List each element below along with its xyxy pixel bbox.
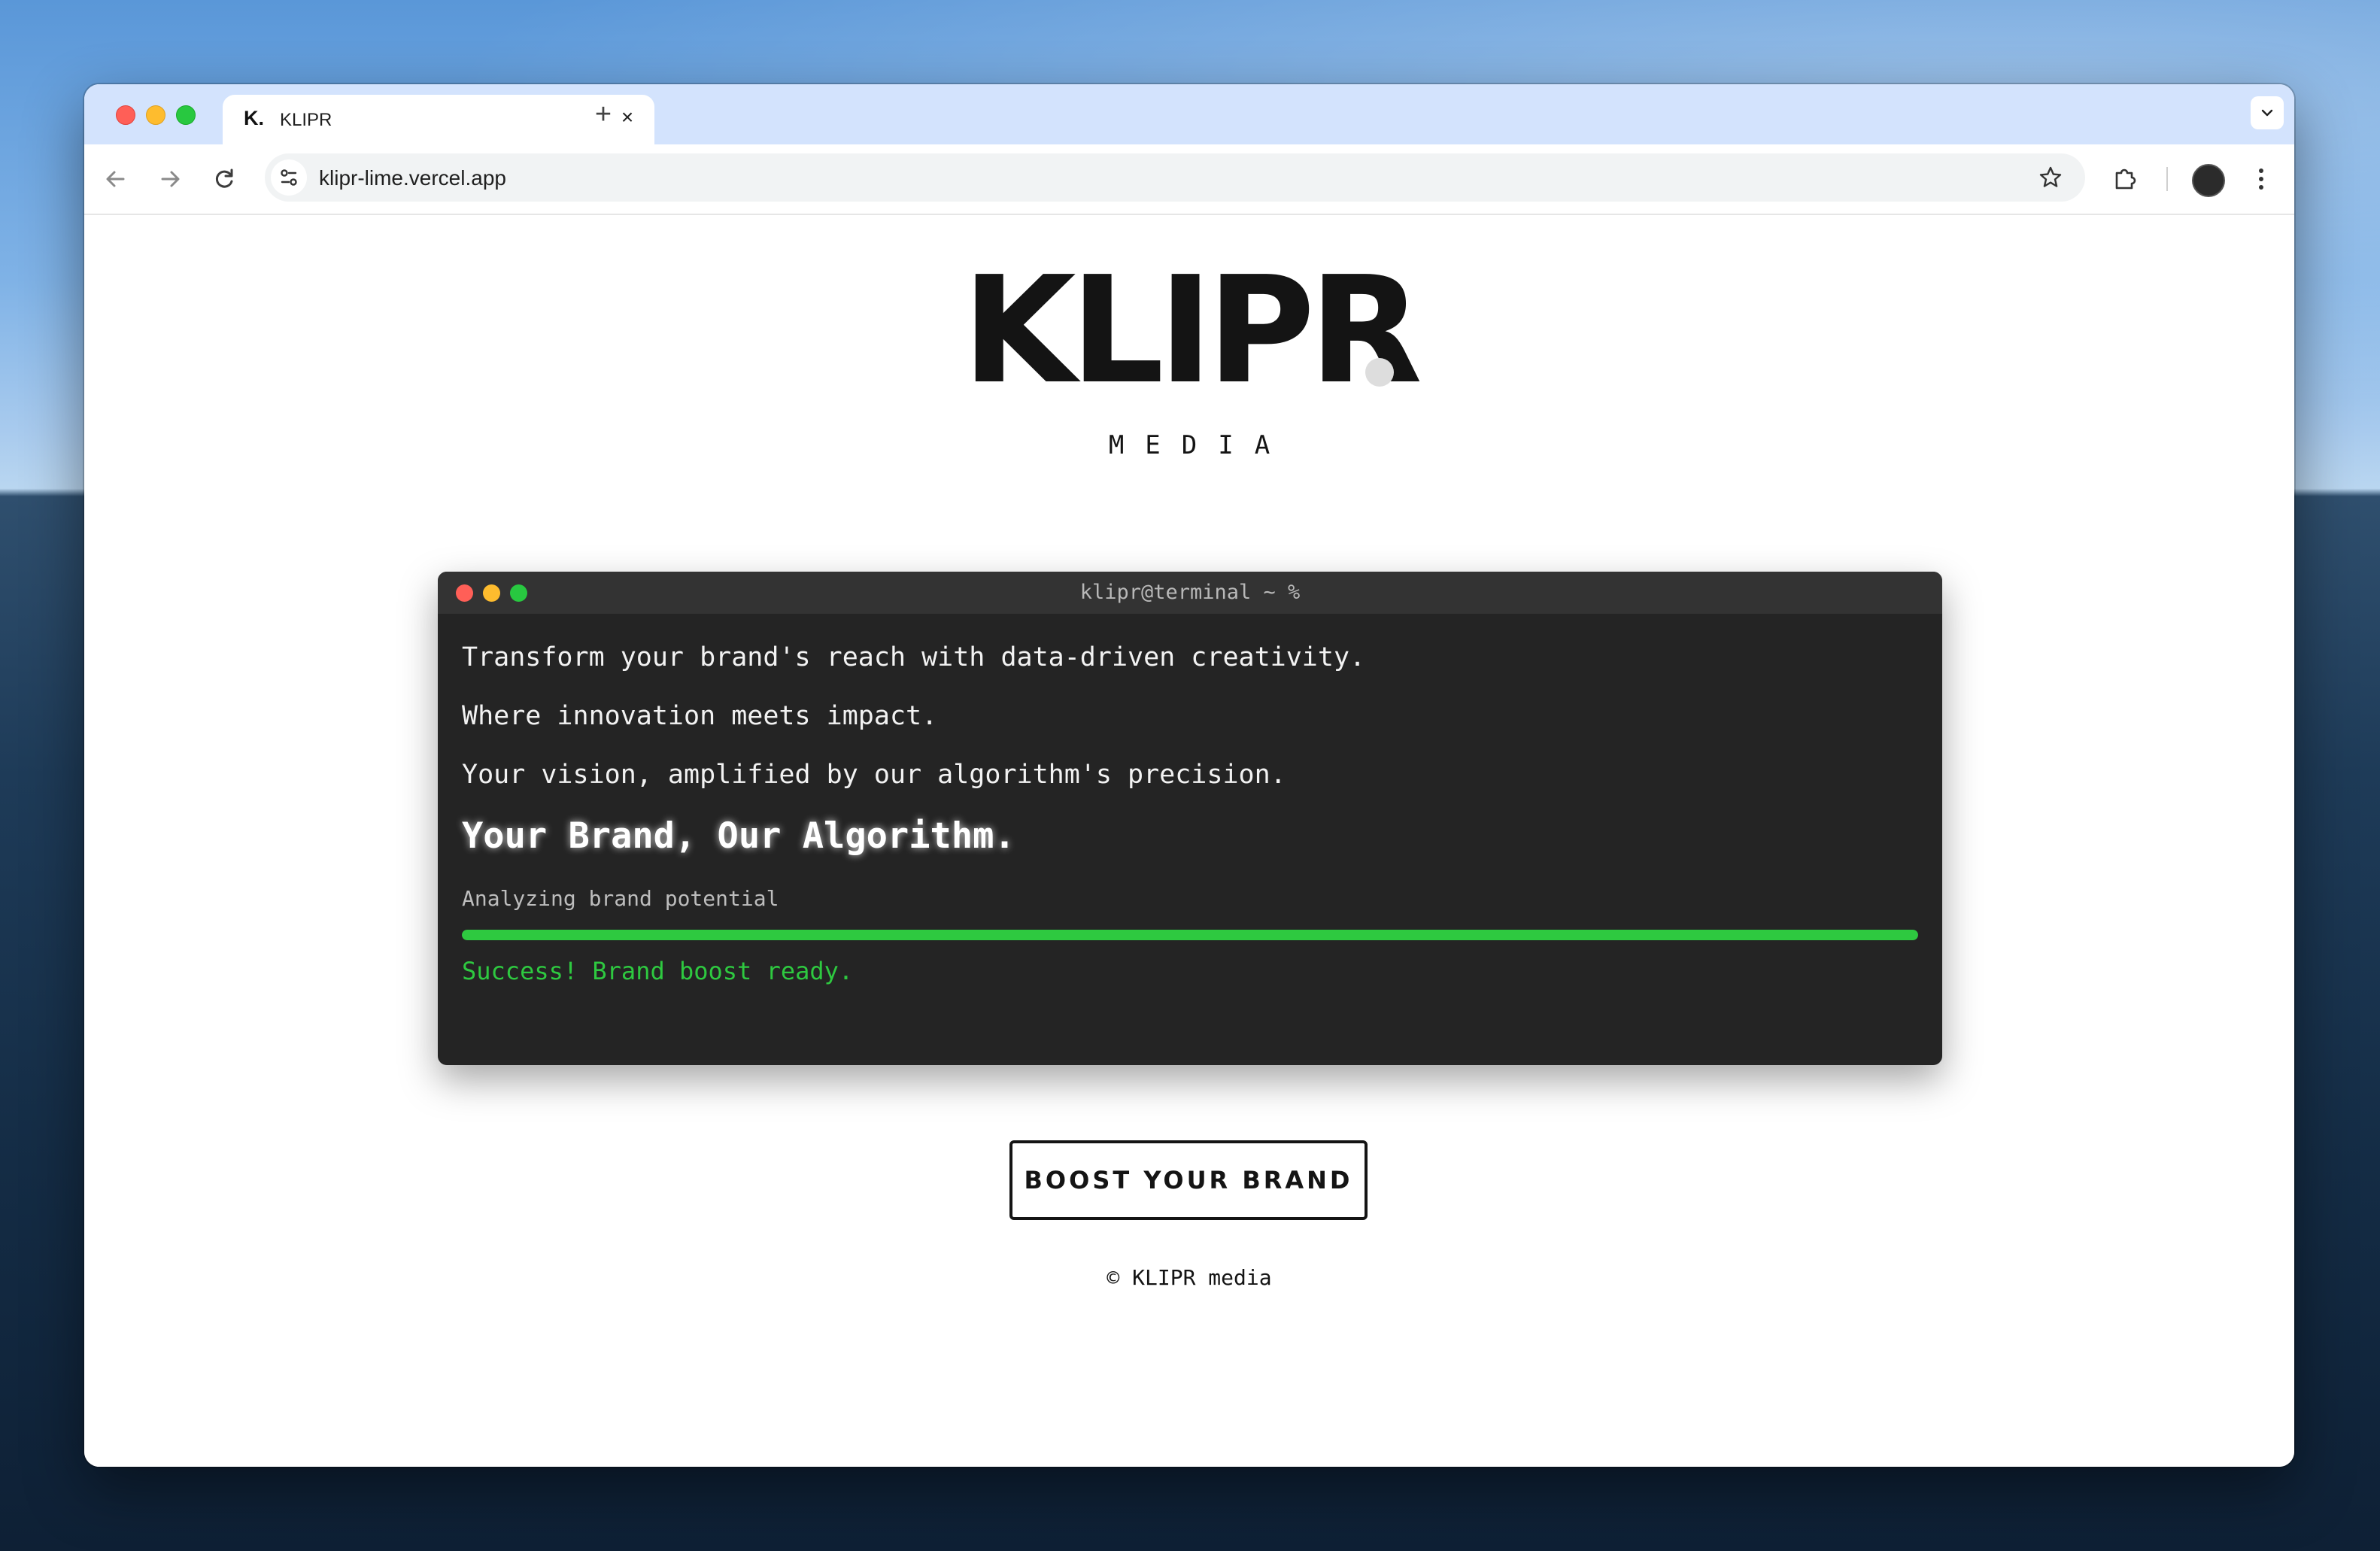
terminal-titlebar: klipr@terminal ~ % [438,572,1942,614]
star-icon [2039,166,2062,187]
tab-title: KLIPR [280,110,332,130]
browser-window: K. KLIPR × + klipr-lime.vercel.app KLIPR… [84,84,2294,1467]
terminal-line: Where innovation meets impact. [462,701,938,731]
new-tab-button[interactable]: + [584,95,623,134]
tab-strip: K. KLIPR × + [84,84,2294,144]
logo-dot [1365,358,1394,387]
footer-copyright: © KLIPR media [1107,1265,1272,1290]
extensions-button[interactable] [2106,161,2142,197]
progress-fill [462,930,1918,940]
tab-search-button[interactable] [2251,96,2284,129]
terminal-line: Your vision, amplified by our algorithm'… [462,760,1286,790]
bookmark-button[interactable] [2034,161,2067,194]
browser-toolbar: klipr-lime.vercel.app [84,144,2294,215]
site-info-button[interactable] [271,159,307,196]
address-bar[interactable]: klipr-lime.vercel.app [265,153,2085,202]
toolbar-divider [2166,167,2168,191]
status-text: Analyzing brand potential [462,886,779,911]
boost-brand-button[interactable]: BOOST YOUR BRAND [1009,1140,1368,1220]
reload-icon [215,168,233,188]
favicon-icon: K. [244,107,264,129]
terminal-headline: Your Brand, Our Algorithm. [462,815,1015,857]
chevron-down-icon [2261,109,2273,116]
browser-menu-button[interactable] [2246,161,2276,197]
forward-button[interactable] [152,161,188,197]
more-vertical-icon [2259,168,2263,190]
arrow-right-icon [161,171,180,187]
logo-subtitle: MEDIA [1108,430,1292,460]
profile-avatar[interactable] [2192,164,2225,197]
terminal-title: klipr@terminal ~ % [1079,581,1301,604]
zoom-window-button[interactable] [176,105,196,125]
reload-button[interactable] [206,161,242,197]
minimize-window-button[interactable] [146,105,165,125]
tune-icon [281,169,297,186]
terminal-line: Transform your brand's reach with data-d… [462,642,1366,672]
success-message: Success! Brand boost ready. [462,957,854,985]
logo: KLIPR [84,257,2294,405]
web-page: KLIPR MEDIA klipr@terminal ~ % Transform… [84,215,2294,1467]
back-button[interactable] [98,161,134,197]
terminal-window: klipr@terminal ~ % Transform your brand'… [438,572,1942,1065]
url-text: klipr-lime.vercel.app [319,166,506,190]
logo-wordmark: KLIPR [961,245,1422,417]
progress-bar [462,930,1918,940]
puzzle-icon [2115,168,2136,190]
arrow-left-icon [106,171,125,187]
close-window-button[interactable] [116,105,135,125]
